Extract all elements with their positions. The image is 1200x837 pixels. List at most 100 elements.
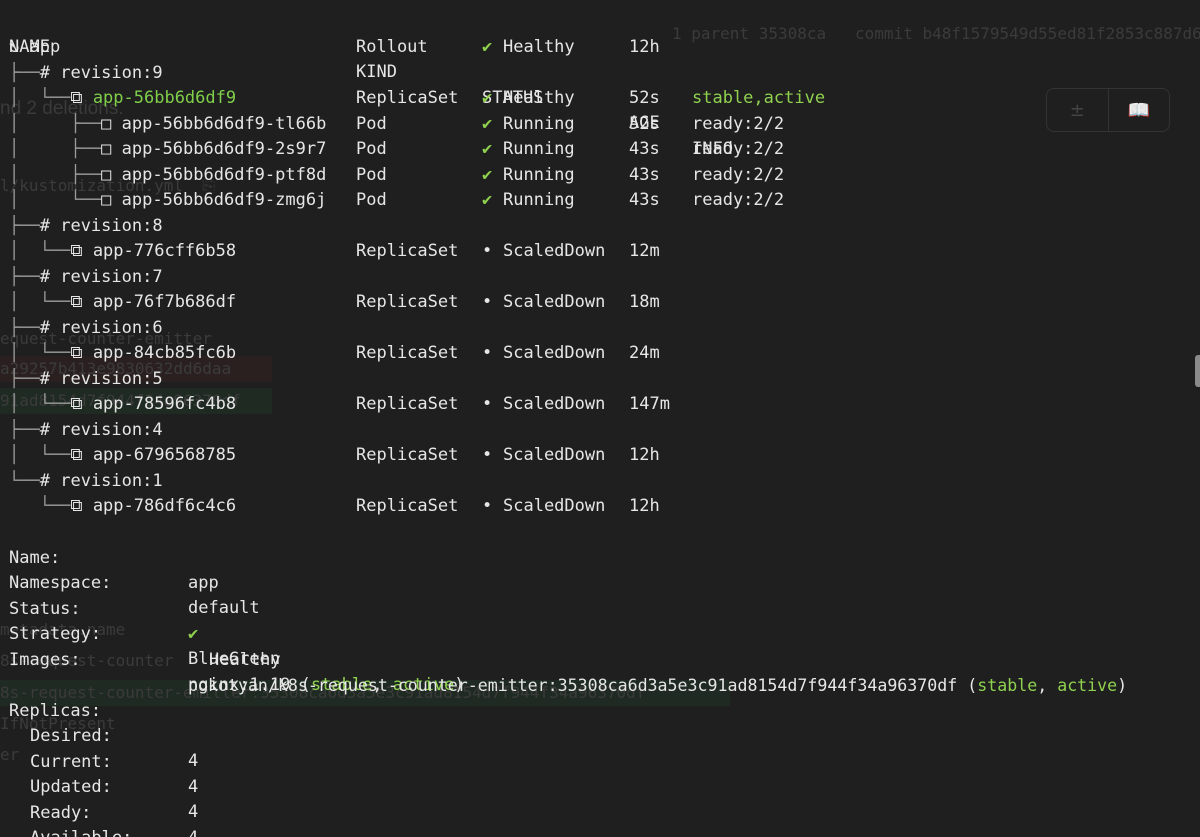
detail-images: Images: nginx:1.19 (stable, active) <box>0 622 1200 696</box>
row-name-cell: │ └──⧉ app-78596fc4b8 <box>9 392 236 418</box>
resource-status: ScaledDown <box>503 292 606 312</box>
row-name-cell: └──# revision:1 <box>9 469 163 495</box>
dot-icon: • <box>482 292 493 312</box>
row-name-cell: │ └──□ app-56bb6d6df9-zmg6j <box>9 188 326 214</box>
tree-row[interactable]: │ └──⧉ app-76f7b686df ReplicaSet • ScaledDo… <box>0 290 1200 316</box>
resource-kind: Pod <box>356 139 387 159</box>
detail-current: Current: 4 <box>0 724 1200 798</box>
row-name-cell: │ └──⧉ app-776cff6b58 <box>9 239 236 265</box>
tree-row[interactable]: │ └──□ app-56bb6d6df9-zmg6j Pod ✔ Running 43… <box>0 188 1200 214</box>
resource-name: app-56bb6d6df9 <box>92 88 237 108</box>
resource-age: 52s <box>629 88 660 108</box>
pod-icon: □ <box>101 164 112 185</box>
revision-icon: # <box>39 266 50 287</box>
row-name-cell: │ └──⧉ app-6796568785 <box>9 443 236 469</box>
dot-icon: • <box>482 241 493 261</box>
row-name-cell: │ ├──□ app-56bb6d6df9-ptf8d <box>9 163 326 189</box>
replicaset-icon: ⧉ <box>70 496 83 516</box>
resource-age: 12m <box>629 241 660 261</box>
resource-kind: ReplicaSet <box>356 241 459 261</box>
row-name-cell: │ ├──□ app-56bb6d6df9-tl66b <box>9 112 326 138</box>
tree-branch: │ └── <box>9 445 71 465</box>
resource-age: 12h <box>629 445 660 465</box>
resource-name: app-78596fc4b8 <box>92 394 237 414</box>
replicaset-icon: ⧉ <box>70 445 83 465</box>
tree-branch: ├── <box>9 215 40 236</box>
resource-status: Running <box>503 190 575 210</box>
resource-status: Running <box>503 113 575 134</box>
resource-kind: Rollout <box>356 37 428 57</box>
tree-row[interactable]: │ ├──□ app-56bb6d6df9-tl66b Pod ✔ Running 52… <box>0 112 1200 138</box>
tree-row[interactable]: │ └──⧉ app-56bb6d6df9 ReplicaSet ✔ Healthy 5… <box>0 86 1200 112</box>
resource-info: ready:2/2 <box>692 190 785 210</box>
resource-status: ScaledDown <box>503 241 606 261</box>
tree-branch: │ ├── <box>9 164 102 185</box>
pod-icon: □ <box>101 139 112 159</box>
tree-branch: └── <box>9 496 71 516</box>
row-name-cell: │ ├──□ app-56bb6d6df9-2s9r7 <box>9 137 326 163</box>
check-icon: ✔ <box>482 88 493 108</box>
tree-branch: │ ├── <box>9 139 102 159</box>
replicaset-icon: ⧉ <box>70 394 83 414</box>
resource-kind: ReplicaSet <box>356 496 459 516</box>
tree-branch: │ └── <box>9 88 71 108</box>
resource-name: app-56bb6d6df9-tl66b <box>121 113 327 134</box>
row-name-cell: ├──# revision:4 <box>9 418 163 444</box>
detail-images-2: pokotyan/k8s-request-counter-emitter:353… <box>0 647 1200 695</box>
row-name-cell: │ └──⧉ app-56bb6d6df9 <box>9 86 236 112</box>
resource-name: app-56bb6d6df9-ptf8d <box>121 164 327 185</box>
tree-branch: ├── <box>9 419 40 440</box>
tree-row[interactable]: ├──# revision:5 <box>0 367 1200 393</box>
pod-icon: □ <box>101 190 112 210</box>
tree-row[interactable]: ├──# revision:7 <box>0 265 1200 291</box>
tree-row[interactable]: └──# revision:1 <box>0 469 1200 495</box>
resource-age: 12h <box>629 496 660 516</box>
revision-icon: # <box>39 419 50 440</box>
detail-strategy: Strategy: BlueGreen <box>0 596 1200 670</box>
resource-kind: ReplicaSet <box>356 292 459 312</box>
resource-name: app-56bb6d6df9-2s9r7 <box>121 139 327 159</box>
detail-status: Status: ✔ Healthy <box>0 571 1200 670</box>
resource-age: 43s <box>629 190 660 210</box>
tree-row[interactable]: │ ├──□ app-56bb6d6df9-2s9r7 Pod ✔ Running 43… <box>0 137 1200 163</box>
tree-branch: │ └── <box>9 394 71 414</box>
detail-updated: Updated: 4 <box>0 749 1200 823</box>
tree-branch: ├── <box>9 368 40 389</box>
tree-row[interactable]: │ └──⧉ app-6796568785 ReplicaSet • ScaledDo… <box>0 443 1200 469</box>
tree-branch: ├── <box>9 62 40 83</box>
replicaset-icon: ⧉ <box>70 88 83 108</box>
dot-icon: • <box>482 496 493 516</box>
resource-status: ScaledDown <box>503 394 606 414</box>
tree-row[interactable]: ├──# revision:4 <box>0 418 1200 444</box>
row-name-cell: └──⧉ app-786df6c4c6 <box>9 494 236 520</box>
tree-row[interactable]: └──⧉ app-786df6c4c6 ReplicaSet • ScaledDown… <box>0 494 1200 520</box>
tree-branch: │ └── <box>9 241 71 261</box>
resource-kind: ReplicaSet <box>356 445 459 465</box>
resource-name: app-76f7b686df <box>92 292 237 312</box>
tree-row[interactable]: │ └──⧉ app-776cff6b58 ReplicaSet • ScaledDo… <box>0 239 1200 265</box>
check-icon: ✔ <box>482 37 493 57</box>
resource-info: ready:2/2 <box>692 113 785 134</box>
tree-branch: ├── <box>9 266 40 287</box>
tree-row[interactable]: ├──# revision:9 <box>0 61 1200 87</box>
revision-icon: # <box>39 470 50 491</box>
resource-name: app <box>29 37 61 57</box>
resource-age: 43s <box>629 139 660 159</box>
row-name-cell: ↻ app <box>9 35 60 61</box>
tree-row[interactable]: ↻ app Rollout ✔ Healthy 12h <box>0 35 1200 61</box>
resource-name: app-776cff6b58 <box>92 241 237 261</box>
replicaset-icon: ⧉ <box>70 292 83 312</box>
tree-row[interactable]: │ ├──□ app-56bb6d6df9-ptf8d Pod ✔ Running 43… <box>0 163 1200 189</box>
check-icon: ✔ <box>482 113 493 134</box>
tree-row[interactable]: ├──# revision:6 <box>0 316 1200 342</box>
check-icon: ✔ <box>482 164 493 185</box>
tree-branch: │ └── <box>9 292 71 312</box>
resource-kind: Pod <box>356 190 387 210</box>
tree-row[interactable]: │ └──⧉ app-84cb85fc6b ReplicaSet • ScaledDo… <box>0 341 1200 367</box>
resource-status: Healthy <box>503 88 575 108</box>
row-name-cell: ├──# revision:8 <box>9 214 163 240</box>
tree-row[interactable]: │ └──⧉ app-78596fc4b8 ReplicaSet • ScaledDo… <box>0 392 1200 418</box>
tree-row[interactable]: ├──# revision:8 <box>0 214 1200 240</box>
resource-name: revision:8 <box>60 215 163 236</box>
resource-age: 18m <box>629 292 660 312</box>
